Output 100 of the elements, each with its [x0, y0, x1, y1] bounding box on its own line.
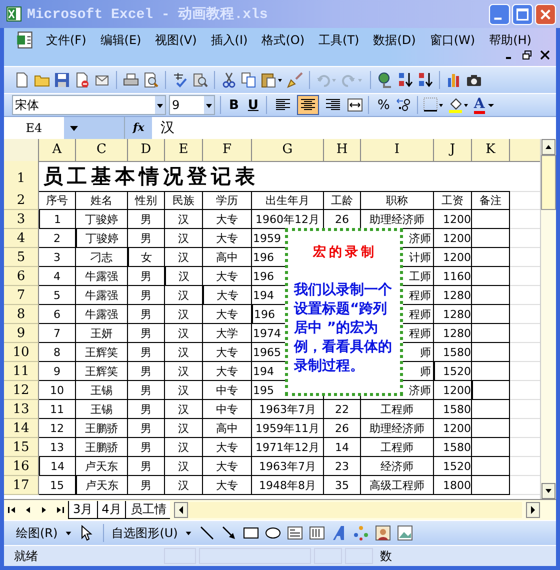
row-header[interactable]: 6 [4, 267, 39, 286]
arrow-icon[interactable] [220, 525, 237, 541]
table-cell: 1959年11月 [252, 419, 324, 438]
column-header[interactable]: J [434, 139, 472, 162]
row-header[interactable]: 9 [4, 324, 39, 343]
save-icon[interactable] [54, 72, 70, 88]
first-sheet-icon[interactable] [6, 504, 18, 516]
caret-icon[interactable] [184, 528, 193, 538]
menu-item[interactable]: 编辑(E) [100, 32, 142, 48]
scroll-up-icon[interactable] [541, 139, 556, 155]
image-icon[interactable] [396, 525, 413, 541]
row-header[interactable]: 15 [4, 438, 39, 457]
diagram-icon[interactable] [352, 525, 369, 541]
paste-icon[interactable] [261, 72, 283, 88]
column-header[interactable]: D [128, 139, 165, 162]
column-header[interactable]: E [165, 139, 203, 162]
print-icon[interactable] [123, 72, 139, 88]
clipart-icon[interactable] [374, 525, 391, 541]
underline-button[interactable]: U [244, 95, 262, 115]
cut-icon[interactable] [221, 72, 237, 88]
menu-item[interactable]: 格式(O) [262, 32, 305, 48]
sort-descending-icon[interactable] [417, 72, 433, 88]
bar-chart-icon[interactable] [446, 72, 462, 88]
font-dropdown[interactable]: 宋体 [12, 95, 166, 115]
menu-item[interactable]: 工具(T) [318, 32, 360, 48]
print-preview-icon[interactable] [143, 72, 159, 88]
copy-icon[interactable] [241, 72, 257, 88]
row-header[interactable]: 16 [4, 457, 39, 476]
rectangle-icon[interactable] [242, 525, 259, 541]
row-header[interactable]: 12 [4, 381, 39, 400]
font-size-dropdown[interactable]: 9 [169, 95, 215, 115]
maximize-icon[interactable] [512, 4, 533, 24]
row-header[interactable]: 5 [4, 248, 39, 267]
line-icon[interactable] [198, 525, 215, 541]
menu-item[interactable]: 帮助(H) [489, 32, 532, 48]
borders-icon[interactable] [422, 97, 445, 113]
fill-color-icon[interactable] [448, 97, 470, 113]
table-cell: 23 [324, 457, 361, 476]
row-header[interactable]: 11 [4, 362, 39, 381]
caret-icon[interactable] [486, 101, 495, 109]
column-header[interactable]: C [76, 139, 128, 162]
row-header[interactable]: 10 [4, 343, 39, 362]
formula-field[interactable]: 汉 [152, 119, 556, 137]
decimal-icon[interactable] [396, 97, 412, 113]
merge-center-icon[interactable] [347, 97, 364, 113]
brush-icon[interactable] [287, 72, 303, 88]
ellipse-icon[interactable] [264, 525, 281, 541]
align-center-button[interactable] [297, 95, 320, 115]
textbox-icon[interactable] [286, 525, 303, 541]
wordart-icon[interactable] [330, 525, 347, 541]
draw-menu[interactable]: 绘图(R) [16, 524, 58, 542]
bold-button[interactable]: B [226, 95, 242, 115]
scroll-down-icon[interactable] [541, 483, 556, 499]
camera-icon[interactable] [466, 72, 482, 88]
menu-item[interactable]: 视图(V) [155, 32, 197, 48]
insert-function-button[interactable]: fx [125, 117, 152, 139]
horizontal-scrollbar[interactable] [188, 502, 522, 518]
vertical-scrollbar[interactable] [540, 139, 556, 499]
row-header[interactable]: 3 [4, 210, 39, 229]
close-icon[interactable] [540, 50, 550, 60]
last-sheet-icon[interactable] [54, 504, 66, 516]
caret-icon[interactable] [155, 96, 165, 114]
row-header[interactable]: 8 [4, 305, 39, 324]
menu-item[interactable]: 数据(D) [373, 32, 416, 48]
row-header[interactable]: 14 [4, 419, 39, 438]
row-header[interactable]: 1 [4, 161, 39, 192]
scroll-left-icon[interactable] [174, 502, 188, 518]
sheet-tab[interactable]: 3月 [68, 501, 97, 519]
menu-item[interactable]: 窗口(W) [430, 32, 476, 48]
new-document-icon[interactable] [14, 72, 30, 88]
restore-icon[interactable] [522, 50, 532, 60]
autoshapes-menu[interactable]: 自选图形(U) [112, 524, 178, 542]
column-header[interactable]: A [39, 139, 76, 162]
row-header[interactable]: 13 [4, 400, 39, 419]
column-header[interactable]: I [361, 139, 434, 162]
column-header[interactable]: H [324, 139, 361, 162]
spelling-icon[interactable] [172, 72, 188, 88]
caret-icon[interactable] [204, 96, 214, 114]
row-header[interactable]: 4 [4, 229, 39, 248]
vertical-textbox-icon[interactable] [308, 525, 325, 541]
row-header[interactable]: 7 [4, 286, 39, 305]
menu-item[interactable]: 文件(F) [46, 32, 86, 48]
row-header[interactable]: 17 [4, 476, 39, 495]
sheet-tab[interactable]: 4月 [96, 501, 126, 519]
research-icon[interactable] [192, 72, 208, 88]
menu-item[interactable]: 插入(I) [210, 32, 248, 48]
column-header[interactable]: F [203, 139, 252, 162]
scroll-thumb[interactable] [541, 155, 556, 210]
column-header[interactable]: K [472, 139, 510, 162]
permission-icon[interactable] [74, 72, 90, 88]
row-header[interactable]: 2 [4, 191, 39, 210]
sort-ascending-icon[interactable] [397, 72, 413, 88]
column-header[interactable]: G [252, 139, 324, 162]
caret-icon[interactable] [64, 528, 73, 538]
pointer-icon[interactable] [78, 525, 95, 541]
sheet-tab[interactable]: 员工情 [125, 501, 170, 519]
percent-button[interactable]: % [374, 95, 393, 115]
select-all-button[interactable] [4, 139, 39, 162]
scroll-right-icon[interactable] [526, 502, 540, 518]
spreadsheet-icon[interactable] [16, 31, 34, 49]
